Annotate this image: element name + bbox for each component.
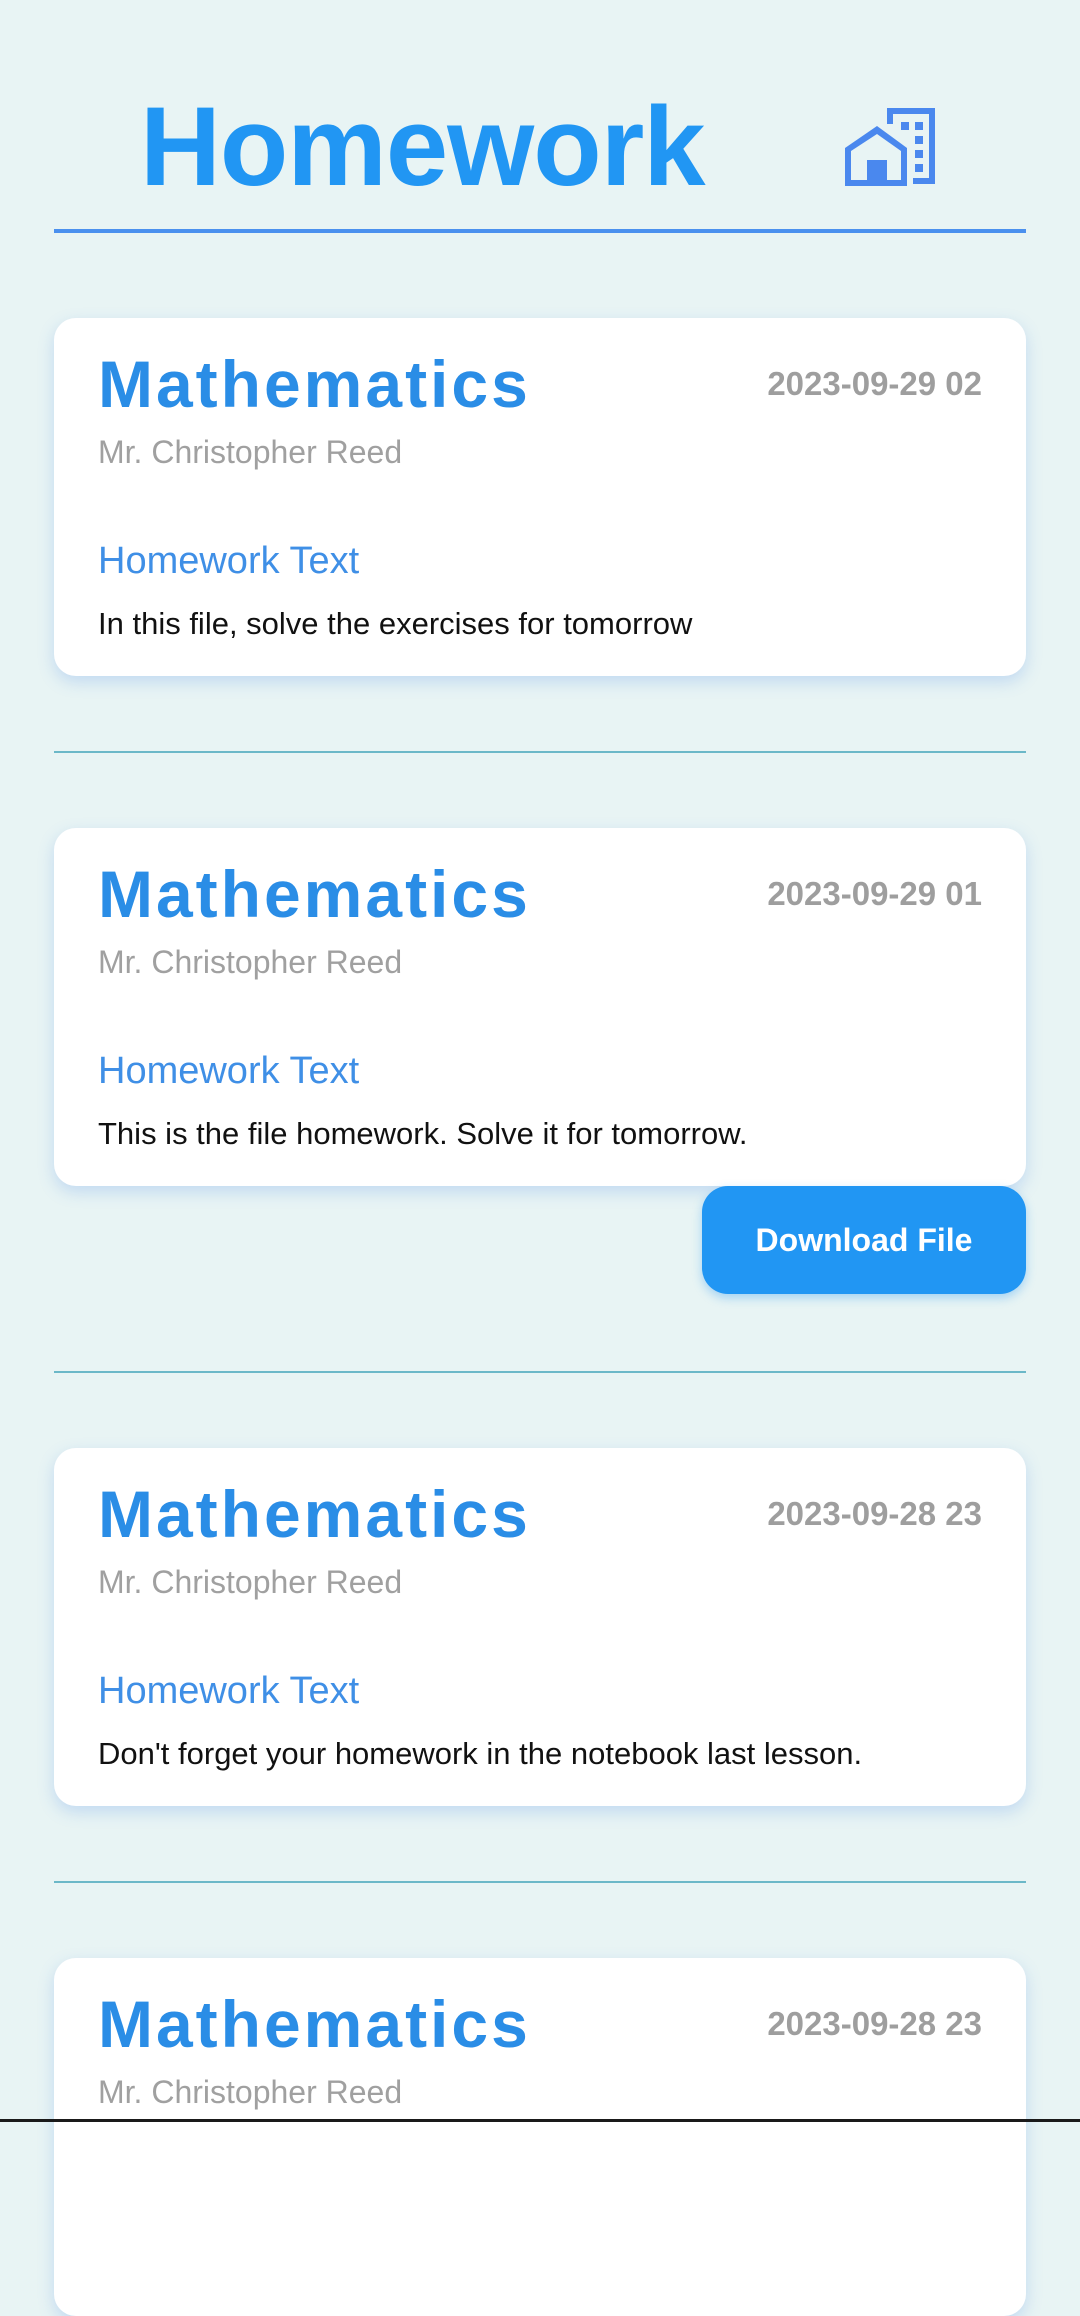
homework-date: 2023-09-28 23 xyxy=(767,1495,982,1532)
homework-list: Mathematics 2023-09-29 02 Mr. Christophe… xyxy=(0,318,1080,2316)
homework-date: 2023-09-29 01 xyxy=(767,875,982,912)
homework-card[interactable]: Mathematics 2023-09-28 23 Mr. Christophe… xyxy=(54,1958,1026,2316)
divider xyxy=(54,1881,1026,1883)
page-title: Homework xyxy=(140,84,706,209)
download-file-button[interactable]: Download File xyxy=(702,1186,1026,1294)
homework-card[interactable]: Mathematics 2023-09-28 23 Mr. Christophe… xyxy=(54,1448,1026,1806)
teacher-name: Mr. Christopher Reed xyxy=(98,434,403,470)
download-row: Download File xyxy=(54,1186,1026,1296)
subject-title: Mathematics xyxy=(98,1987,531,2061)
homework-text-label: Homework Text xyxy=(98,1050,360,1092)
homework-date: 2023-09-29 02 xyxy=(767,365,982,402)
homework-item: Mathematics 2023-09-28 23 Mr. Christophe… xyxy=(54,1448,1026,1806)
homework-date: 2023-09-28 23 xyxy=(767,2005,982,2042)
teacher-name: Mr. Christopher Reed xyxy=(98,2074,403,2110)
teacher-name: Mr. Christopher Reed xyxy=(98,944,403,980)
subject-title: Mathematics xyxy=(98,1477,531,1551)
app-header: Homework xyxy=(54,0,1026,233)
teacher-name: Mr. Christopher Reed xyxy=(98,1564,403,1600)
homework-card[interactable]: Mathematics 2023-09-29 01 Mr. Christophe… xyxy=(54,828,1026,1186)
homework-item: Mathematics 2023-09-28 23 Mr. Christophe… xyxy=(54,1958,1026,2316)
homework-text: Don't forget your homework in the notebo… xyxy=(98,1736,863,1771)
homework-text-label: Homework Text xyxy=(98,540,360,582)
homework-item: Mathematics 2023-09-29 01 Mr. Christophe… xyxy=(54,828,1026,1296)
homework-text: This is the file homework. Solve it for … xyxy=(98,1116,748,1151)
homework-text: In this file, solve the exercises for to… xyxy=(98,606,693,641)
home-button[interactable] xyxy=(843,104,941,188)
subject-title: Mathematics xyxy=(98,347,531,421)
divider xyxy=(54,1371,1026,1373)
homework-text-label: Homework Text xyxy=(98,1670,360,1712)
subject-title: Mathematics xyxy=(98,857,531,931)
home-building-icon xyxy=(845,108,935,186)
homework-card[interactable]: Mathematics 2023-09-29 02 Mr. Christophe… xyxy=(54,318,1026,676)
homework-item: Mathematics 2023-09-29 02 Mr. Christophe… xyxy=(54,318,1026,676)
divider xyxy=(54,751,1026,753)
